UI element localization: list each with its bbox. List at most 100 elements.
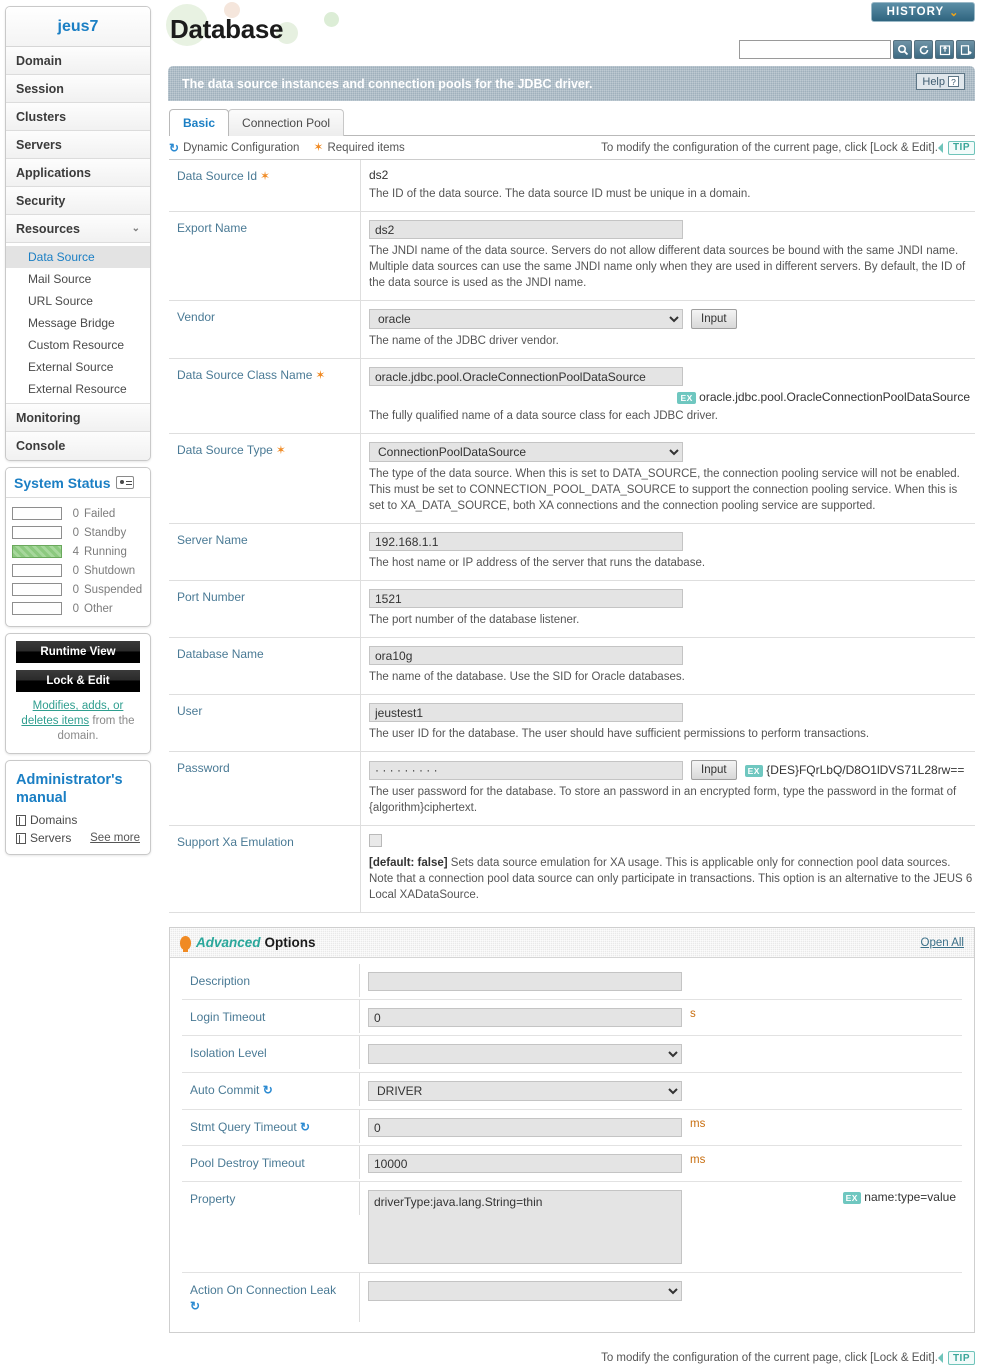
advanced-options-panel: Advanced Options Open All Description Lo… xyxy=(169,927,975,1333)
support-xa-emulation-checkbox[interactable] xyxy=(369,834,382,847)
advanced-options-body: Description Login Timeout s xyxy=(170,958,974,1332)
status-label: Other xyxy=(84,602,113,615)
asterisk-icon: ✶ xyxy=(313,140,324,154)
sidebar-item-clusters[interactable]: Clusters xyxy=(6,103,150,131)
sidebar-item-mail-source[interactable]: Mail Source xyxy=(6,268,150,290)
adv-row-action-on-connection-leak: Action On Connection Leak ↻ xyxy=(182,1273,962,1322)
property-textarea[interactable] xyxy=(368,1190,682,1264)
sidebar-item-url-source[interactable]: URL Source xyxy=(6,290,150,312)
field-description: The ID of the data source. The data sour… xyxy=(369,188,751,200)
sidebar-item-domain[interactable]: Domain xyxy=(6,47,150,75)
data-source-class-name-input[interactable] xyxy=(369,367,683,386)
adv-field-value: ms xyxy=(360,1110,962,1145)
stmt-query-timeout-input[interactable] xyxy=(368,1118,682,1137)
sidebar-item-session[interactable]: Session xyxy=(6,75,150,103)
tip-arrow-icon xyxy=(937,1353,943,1363)
legend-label: Required items xyxy=(327,141,405,154)
tip-badge: TIP xyxy=(947,140,975,155)
sidebar-item-resources[interactable]: Resources ⌄ xyxy=(6,215,150,243)
sidebar-subnav: Data Source Mail Source URL Source Messa… xyxy=(6,243,150,404)
sidebar-item-external-source[interactable]: External Source xyxy=(6,356,150,378)
description-input[interactable] xyxy=(368,972,682,991)
manual-item-servers[interactable]: Servers See more xyxy=(6,829,150,854)
status-bar xyxy=(12,507,62,520)
top-bar: Database HISTORY ⌄ xyxy=(156,0,983,66)
auto-commit-select[interactable]: DRIVER xyxy=(368,1081,682,1101)
lock-and-edit-button[interactable]: Lock & Edit xyxy=(16,670,140,692)
field-value: The JNDI name of the data source. Server… xyxy=(361,212,975,300)
password-input[interactable] xyxy=(369,760,683,780)
history-button[interactable]: HISTORY ⌄ xyxy=(871,2,975,22)
adv-field-label-text: Isolation Level xyxy=(190,1046,267,1060)
field-label: Server Name xyxy=(169,524,361,580)
adv-field-label: Stmt Query Timeout ↻ xyxy=(182,1110,360,1143)
field-value: The name of the database. Use the SID fo… xyxy=(361,638,975,694)
advanced-options-header: Advanced Options Open All xyxy=(170,928,974,958)
manual-item-domains[interactable]: Domains xyxy=(6,811,150,829)
field-value: oracle Input The name of the JDBC driver… xyxy=(361,301,975,358)
data-source-type-select[interactable]: ConnectionPoolDataSource xyxy=(369,442,683,462)
field-description: [default: false] Sets data source emulat… xyxy=(369,855,975,903)
legend-tip-text: To modify the configuration of the curre… xyxy=(601,141,938,154)
status-row: 0 Failed xyxy=(12,504,144,523)
server-name-input[interactable] xyxy=(369,532,683,551)
status-row: 4 Running xyxy=(12,542,144,561)
monitor-icon[interactable] xyxy=(116,476,135,489)
example-text: name:type=value xyxy=(864,1190,956,1204)
asterisk-icon: ✶ xyxy=(260,169,271,183)
unit-label: ms xyxy=(690,1118,706,1130)
sidebar-item-custom-resource[interactable]: Custom Resource xyxy=(6,334,150,356)
sidebar-item-console[interactable]: Console xyxy=(6,432,150,460)
pool-destroy-timeout-input[interactable] xyxy=(368,1154,682,1173)
adv-field-value: EX name:type=value xyxy=(360,1182,962,1272)
status-bar xyxy=(12,564,62,577)
status-row: 0 Shutdown xyxy=(12,561,144,580)
sidebar-item-applications[interactable]: Applications xyxy=(6,159,150,187)
search-area xyxy=(739,40,975,59)
sync-icon: ↻ xyxy=(300,1120,311,1134)
sidebar-item-data-source[interactable]: Data Source xyxy=(6,246,150,268)
sidebar-item-label: Domain xyxy=(16,54,62,68)
isolation-level-select[interactable] xyxy=(368,1044,682,1064)
help-button[interactable]: Help ? xyxy=(916,73,965,90)
export-name-input[interactable] xyxy=(369,220,683,239)
status-bar xyxy=(12,545,62,558)
sync-icon: ↻ xyxy=(190,1299,201,1313)
export-xml-icon[interactable] xyxy=(935,40,954,59)
adv-field-label-text: Description xyxy=(190,974,251,988)
password-input-button[interactable]: Input xyxy=(691,760,737,780)
port-number-input[interactable] xyxy=(369,589,683,608)
search-icon[interactable] xyxy=(893,40,912,59)
footer-tip: To modify the configuration of the curre… xyxy=(169,1343,975,1365)
sync-icon: ↻ xyxy=(262,1083,273,1097)
import-icon[interactable] xyxy=(956,40,975,59)
login-timeout-input[interactable] xyxy=(368,1008,682,1027)
sidebar-item-message-bridge[interactable]: Message Bridge xyxy=(6,312,150,334)
user-input[interactable] xyxy=(369,703,683,722)
database-name-input[interactable] xyxy=(369,646,683,665)
field-row-user: User The user ID for the database. The u… xyxy=(169,695,975,752)
manual-item-label: Servers xyxy=(30,831,72,845)
history-button-label: HISTORY xyxy=(886,6,945,18)
sidebar-item-servers[interactable]: Servers xyxy=(6,131,150,159)
advanced-title-italic: Advanced xyxy=(196,935,261,950)
search-input[interactable] xyxy=(739,40,891,59)
runtime-view-button[interactable]: Runtime View xyxy=(16,641,140,663)
sidebar-item-security[interactable]: Security xyxy=(6,187,150,215)
action-on-connection-leak-select[interactable] xyxy=(368,1281,682,1301)
vendor-select[interactable]: oracle xyxy=(369,309,683,329)
status-label: Suspended xyxy=(84,583,143,596)
status-label: Standby xyxy=(84,526,127,539)
open-all-link[interactable]: Open All xyxy=(921,937,964,949)
field-label-text: Data Source Type xyxy=(177,443,273,457)
sidebar-item-external-resource[interactable]: External Resource xyxy=(6,378,150,400)
tab-basic[interactable]: Basic xyxy=(169,109,230,136)
refresh-icon[interactable] xyxy=(914,40,933,59)
tab-connection-pool[interactable]: Connection Pool xyxy=(228,109,345,136)
sidebar-item-monitoring[interactable]: Monitoring xyxy=(6,404,150,432)
field-label: Export Name xyxy=(169,212,361,300)
see-more-link[interactable]: See more xyxy=(90,832,140,844)
vendor-input-button[interactable]: Input xyxy=(691,309,737,329)
page-description-banner: The data source instances and connection… xyxy=(168,66,975,101)
field-label-text: Server Name xyxy=(177,533,248,547)
